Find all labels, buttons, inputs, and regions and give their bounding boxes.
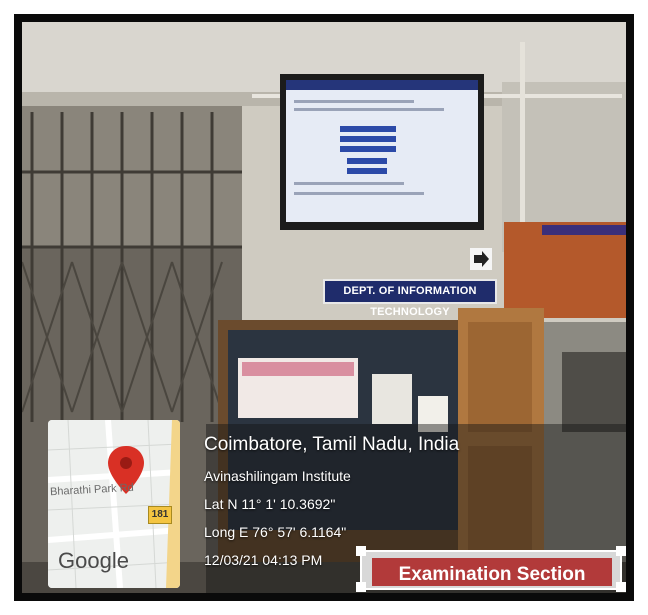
longitude-text: Long E 76° 57' 6.1164" [204, 524, 347, 540]
location-city: Coimbatore, Tamil Nadu, India [204, 434, 460, 455]
caption-corner [616, 582, 626, 592]
map-thumbnail: Bharathi Park Rd 181 Google [48, 420, 180, 588]
geotagged-photo: DEPT. OF INFORMATION TECHNOLOGY Bharathi… [22, 22, 626, 593]
caption-corner [616, 546, 626, 556]
caption-label: Examination Section [372, 558, 612, 586]
google-logo: Google [58, 548, 129, 573]
route-badge: 181 [148, 506, 172, 524]
department-sign: DEPT. OF INFORMATION TECHNOLOGY [323, 279, 497, 318]
photo-frame: DEPT. OF INFORMATION TECHNOLOGY Bharathi… [14, 14, 634, 601]
latitude-text: Lat N 11° 1' 10.3692" [204, 496, 336, 512]
location-place: Avinashilingam Institute [204, 468, 351, 484]
caption-box: Examination Section [360, 550, 622, 590]
caption-corner [356, 582, 366, 592]
caption-corner [356, 546, 366, 556]
timestamp-text: 12/03/21 04:13 PM [204, 552, 323, 568]
